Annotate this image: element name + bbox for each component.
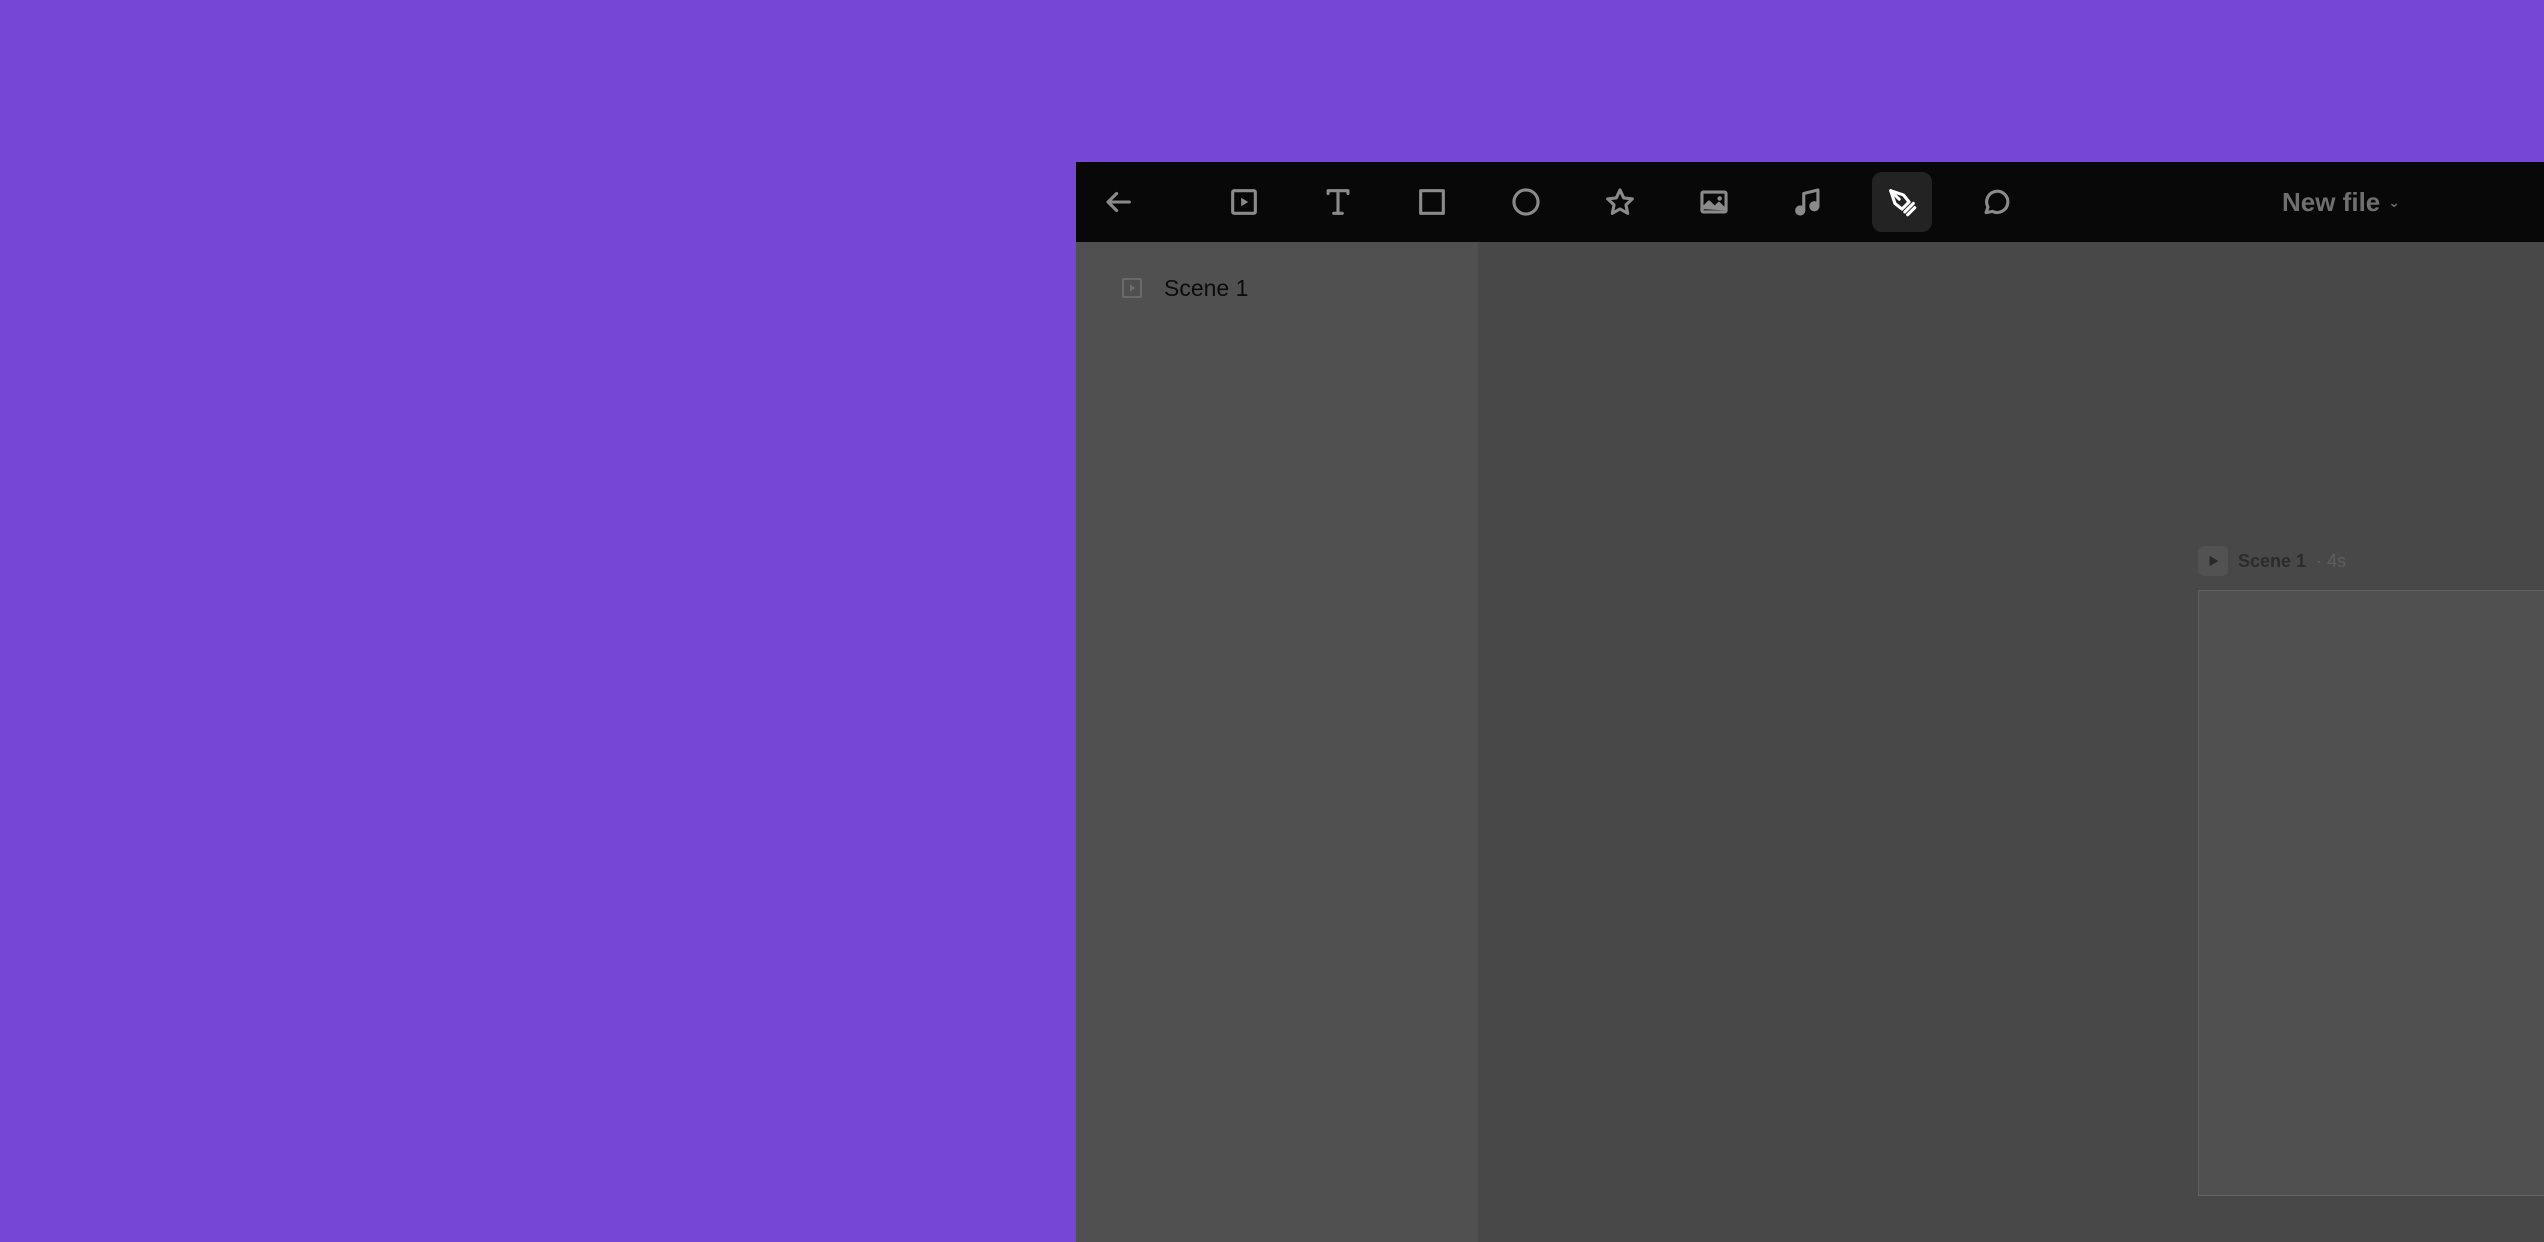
- star-tool-button[interactable]: [1590, 172, 1650, 232]
- arrow-left-icon: [1106, 191, 1131, 213]
- scene-play-icon: [1231, 189, 1257, 215]
- text-icon: [1326, 189, 1350, 215]
- scenes-sidebar: Scene 1: [1076, 242, 1478, 1242]
- file-name-label: New file: [2282, 186, 2381, 217]
- toolbar: New file ⌄: [1076, 162, 2544, 242]
- scene-header: Scene 1 · 4s: [2198, 546, 2346, 576]
- circle-icon: [1512, 188, 1540, 216]
- sidebar-item-scene-1[interactable]: Scene 1: [1120, 268, 1248, 308]
- play-icon: [2209, 555, 2219, 567]
- scene-play-button[interactable]: [2198, 546, 2228, 576]
- scene-title: Scene 1: [2238, 550, 2307, 571]
- rectangle-icon: [1419, 189, 1445, 215]
- chevron-down-icon: ⌄: [2388, 193, 2400, 210]
- scene-play-icon: [1120, 276, 1144, 300]
- music-note-icon: [1795, 188, 1820, 216]
- pen-tool-icon: [1889, 189, 1917, 217]
- pen-tool-button[interactable]: [1872, 172, 1932, 232]
- rectangle-tool-button[interactable]: [1402, 172, 1462, 232]
- audio-tool-button[interactable]: [1778, 172, 1838, 232]
- star-icon: [1606, 188, 1634, 215]
- text-tool-button[interactable]: [1308, 172, 1368, 232]
- image-tool-button[interactable]: [1684, 172, 1744, 232]
- ellipse-tool-button[interactable]: [1496, 172, 1556, 232]
- file-name-menu[interactable]: New file ⌄: [2282, 182, 2400, 222]
- scene-duration: · 4s: [2316, 550, 2347, 571]
- scene-tool-button[interactable]: [1214, 172, 1274, 232]
- back-button[interactable]: [1088, 172, 1148, 232]
- app-window: New file ⌄ Scene 1 Scene 1 · 4s: [1076, 162, 2544, 1242]
- canvas-area[interactable]: Scene 1 · 4s: [1478, 242, 2544, 1242]
- comment-tool-button[interactable]: [1966, 172, 2026, 232]
- sidebar-item-label: Scene 1: [1164, 274, 1249, 301]
- scene-frame[interactable]: [2198, 590, 2544, 1196]
- image-icon: [1700, 190, 1728, 214]
- comment-bubble-icon: [1984, 189, 2010, 215]
